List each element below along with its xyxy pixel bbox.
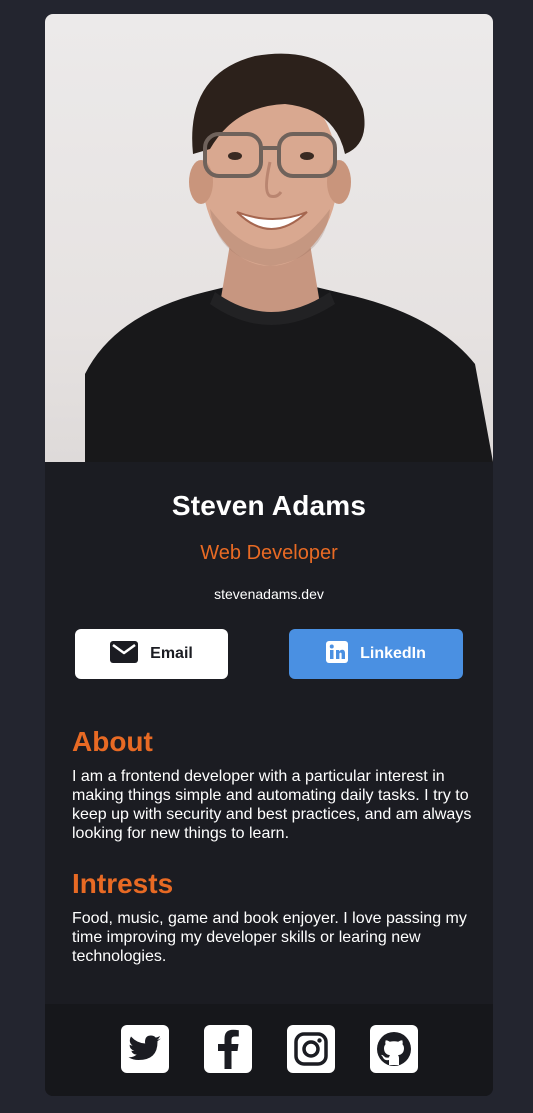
profile-role: Web Developer bbox=[200, 542, 338, 564]
linkedin-button[interactable]: LinkedIn bbox=[289, 629, 463, 679]
interests-heading: Intrests bbox=[72, 868, 174, 899]
twitter-icon[interactable] bbox=[121, 1025, 169, 1073]
about-text: I am a frontend developer with a particu… bbox=[72, 768, 472, 842]
profile-photo bbox=[45, 14, 493, 462]
linkedin-button-label: LinkedIn bbox=[360, 645, 426, 662]
profile-card: Steven Adams Web Developer stevenadams.d… bbox=[45, 14, 493, 1096]
facebook-icon[interactable] bbox=[204, 1025, 252, 1073]
interests-text: Food, music, game and book enjoyer. I lo… bbox=[72, 910, 467, 965]
linkedin-icon bbox=[326, 640, 349, 668]
mail-icon bbox=[110, 640, 139, 668]
about-heading: About bbox=[72, 726, 153, 757]
email-button[interactable]: Email bbox=[75, 629, 228, 679]
instagram-icon[interactable] bbox=[287, 1025, 335, 1073]
github-icon[interactable] bbox=[370, 1025, 418, 1073]
social-footer bbox=[45, 1004, 493, 1096]
profile-website[interactable]: stevenadams.dev bbox=[45, 586, 493, 602]
email-button-label: Email bbox=[150, 645, 193, 662]
profile-name: Steven Adams bbox=[171, 490, 367, 521]
